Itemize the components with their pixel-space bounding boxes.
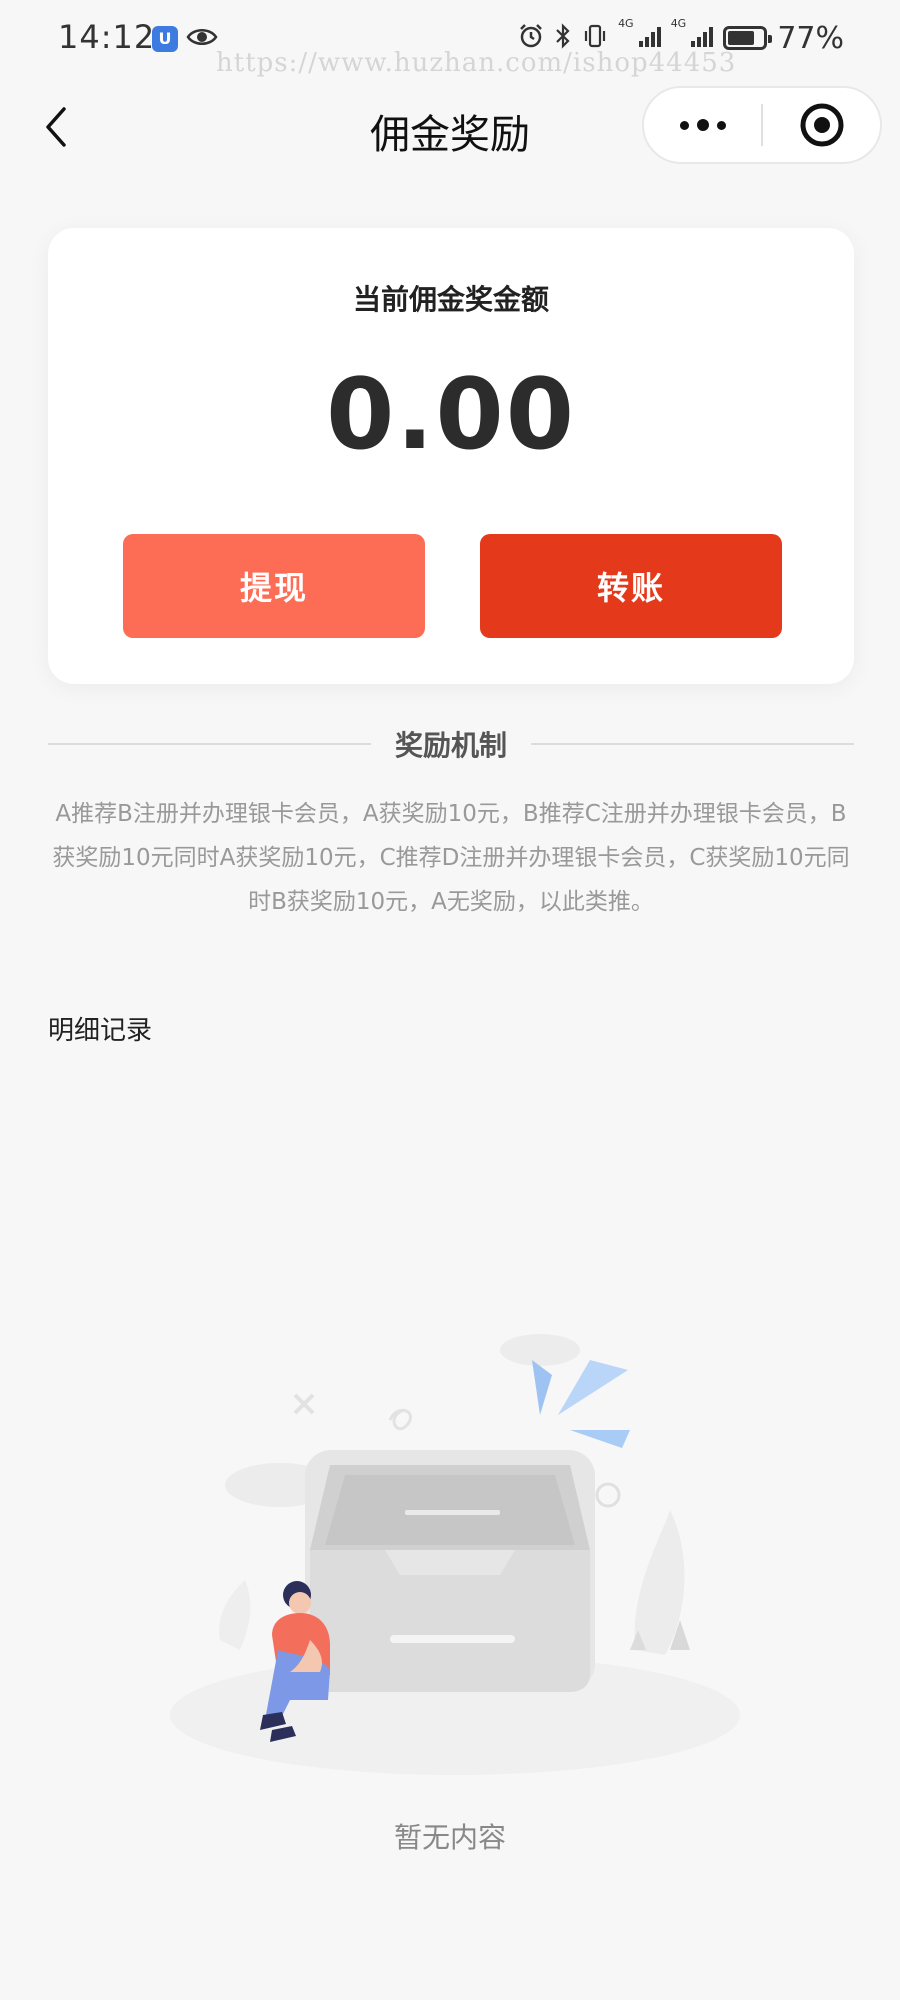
divider-line — [48, 743, 371, 745]
empty-state-illustration — [160, 1320, 750, 1780]
reward-rules-text: A推荐B注册并办理银卡会员，A获奖励10元，B推荐C注册并办理银卡会员，B获奖励… — [52, 801, 850, 915]
transfer-button[interactable]: 转账 — [480, 534, 782, 638]
target-close-icon — [800, 103, 843, 147]
network-type-label: 4G — [670, 17, 687, 30]
signal-icon — [691, 25, 714, 47]
battery-icon — [723, 26, 773, 50]
chevron-left-icon — [46, 107, 66, 147]
dot-icon — [696, 119, 709, 131]
app-notification-icon: U — [152, 26, 178, 52]
more-button[interactable] — [644, 88, 761, 162]
network-type-label: 4G — [618, 17, 634, 30]
battery-fill — [728, 31, 755, 45]
battery-percent: 77% — [777, 20, 844, 56]
close-mini-program-button[interactable] — [763, 88, 880, 162]
nav-bar: 佣金奖励 — [0, 80, 900, 176]
divider-line — [531, 743, 855, 745]
details-title: 明细记录 — [48, 1016, 153, 1046]
balance-amount: 0.00 — [326, 358, 576, 472]
reward-rules-heading: 奖励机制 — [48, 722, 855, 766]
balance-title: 当前佣金奖金额 — [352, 283, 549, 316]
mini-program-capsule — [642, 86, 882, 164]
status-time: 14:12 — [58, 18, 156, 56]
watermark: https://www.huzhan.com/ishop44453 — [216, 48, 737, 78]
back-button[interactable] — [30, 102, 80, 152]
withdraw-button[interactable]: 提现 — [123, 534, 425, 638]
commission-balance-card: 当前佣金奖金额 0.00 提现 转账 — [48, 228, 854, 684]
eye-icon — [186, 26, 218, 52]
signal-icon — [638, 25, 661, 47]
dot-icon — [716, 120, 726, 130]
dot-icon — [679, 120, 689, 130]
reward-rules-title: 奖励机制 — [395, 729, 508, 762]
empty-state-text: 暂无内容 — [393, 1821, 506, 1854]
